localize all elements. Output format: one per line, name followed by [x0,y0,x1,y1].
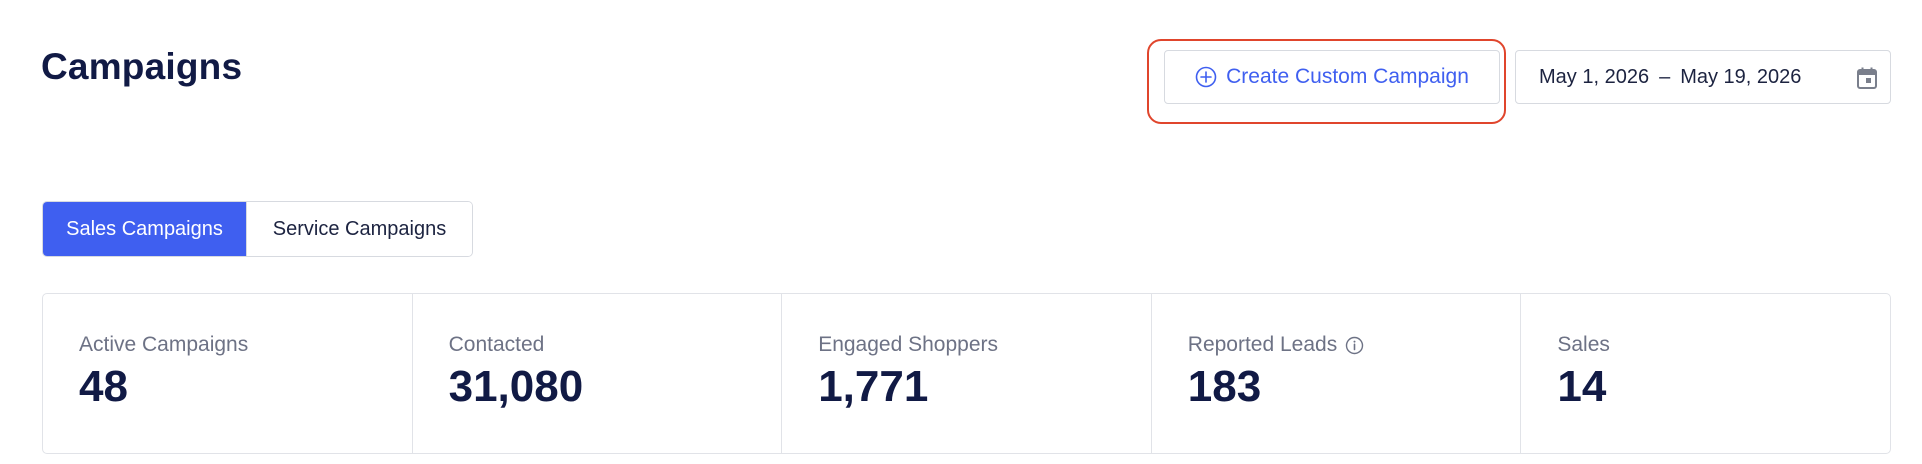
stat-value: 14 [1557,362,1607,411]
stat-label: Sales [1557,333,1610,356]
stat-value: 48 [79,362,128,411]
stat-value: 183 [1187,362,1262,411]
stat-sales: Sales 14 [1521,294,1890,453]
tab-sales-campaigns[interactable]: Sales Campaigns [43,202,246,256]
date-range-picker[interactable]: May 1, 2026 – May 19, 2026 [1515,50,1891,104]
date-range-start: May 1, 2026 [1539,65,1650,88]
stat-label: Reported Leads [1187,333,1338,356]
date-range-end: May 19, 2026 [1680,65,1802,88]
create-custom-campaign-button[interactable]: Create Custom Campaign [1164,50,1500,104]
stats-panel: Active Campaigns 48 Contacted 31,080 Eng… [42,293,1891,454]
stat-engaged-shoppers: Engaged Shoppers 1,771 [782,294,1152,453]
plus-circle-icon [1195,66,1217,88]
stat-value: 31,080 [448,362,584,411]
stat-value: 1,771 [818,362,929,411]
calendar-icon[interactable] [1856,66,1878,90]
stat-label: Contacted [448,333,545,356]
tab-service-campaigns[interactable]: Service Campaigns [246,202,472,256]
campaigns-page: Campaigns Create Custom Campaign May 1, … [0,0,1922,464]
create-button-label: Create Custom Campaign [1226,65,1469,88]
page-title: Campaigns [41,46,243,87]
stat-active-campaigns: Active Campaigns 48 [43,294,413,453]
stat-label: Active Campaigns [79,333,249,356]
stat-label: Engaged Shoppers [818,333,998,356]
stat-reported-leads: Reported Leads 183 [1152,294,1522,453]
date-range-separator: – [1659,65,1671,88]
info-icon[interactable] [1345,336,1364,355]
stat-label-group: Reported Leads [1188,333,1364,357]
campaign-type-tabs: Sales Campaigns Service Campaigns [42,201,473,257]
stat-contacted: Contacted 31,080 [413,294,783,453]
